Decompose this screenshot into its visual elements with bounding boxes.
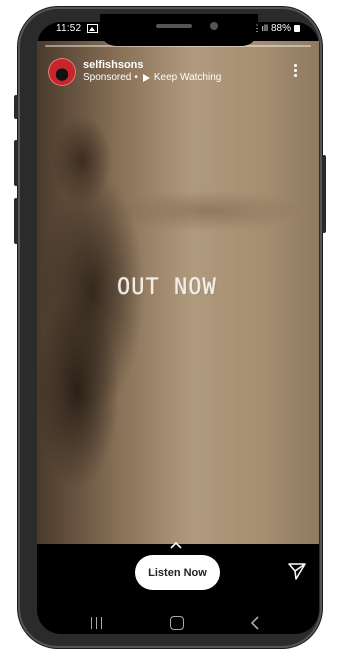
account-avatar[interactable] [48,58,76,86]
keep-watching-link[interactable]: Keep Watching [154,72,221,83]
story-overlay-text: OUT NOW [117,275,217,300]
recent-apps-icon[interactable] [91,617,105,629]
sponsored-label: Sponsored [83,72,132,83]
front-camera [210,22,218,30]
play-icon [142,73,150,82]
signal-icon: ⋮ıll [252,23,268,33]
sponsored-line: Sponsored • Keep Watching [83,72,221,83]
send-icon[interactable] [288,562,306,580]
battery-percent: 88% [270,23,291,34]
chevron-up-icon[interactable] [170,541,182,549]
separator-dot: • [134,72,138,83]
back-icon[interactable] [249,616,261,630]
status-time-text: 11:52 [56,23,82,34]
camera-notch [100,14,258,46]
volume-up-button [14,95,18,119]
more-vertical-icon[interactable] [294,64,298,78]
android-nav-bar [37,605,319,641]
image-icon [87,23,99,33]
account-name[interactable]: selfishsons [83,59,144,71]
home-icon[interactable] [170,616,184,630]
battery-icon [294,25,300,32]
volume-down-button [14,140,18,186]
power-button [322,155,326,233]
status-time: 11:52 [56,23,99,34]
status-indicators: ⋮ıll 88% [252,23,300,34]
speaker-grille [156,24,192,28]
listen-now-button[interactable]: Listen Now [135,555,220,590]
bixby-button [14,198,18,244]
